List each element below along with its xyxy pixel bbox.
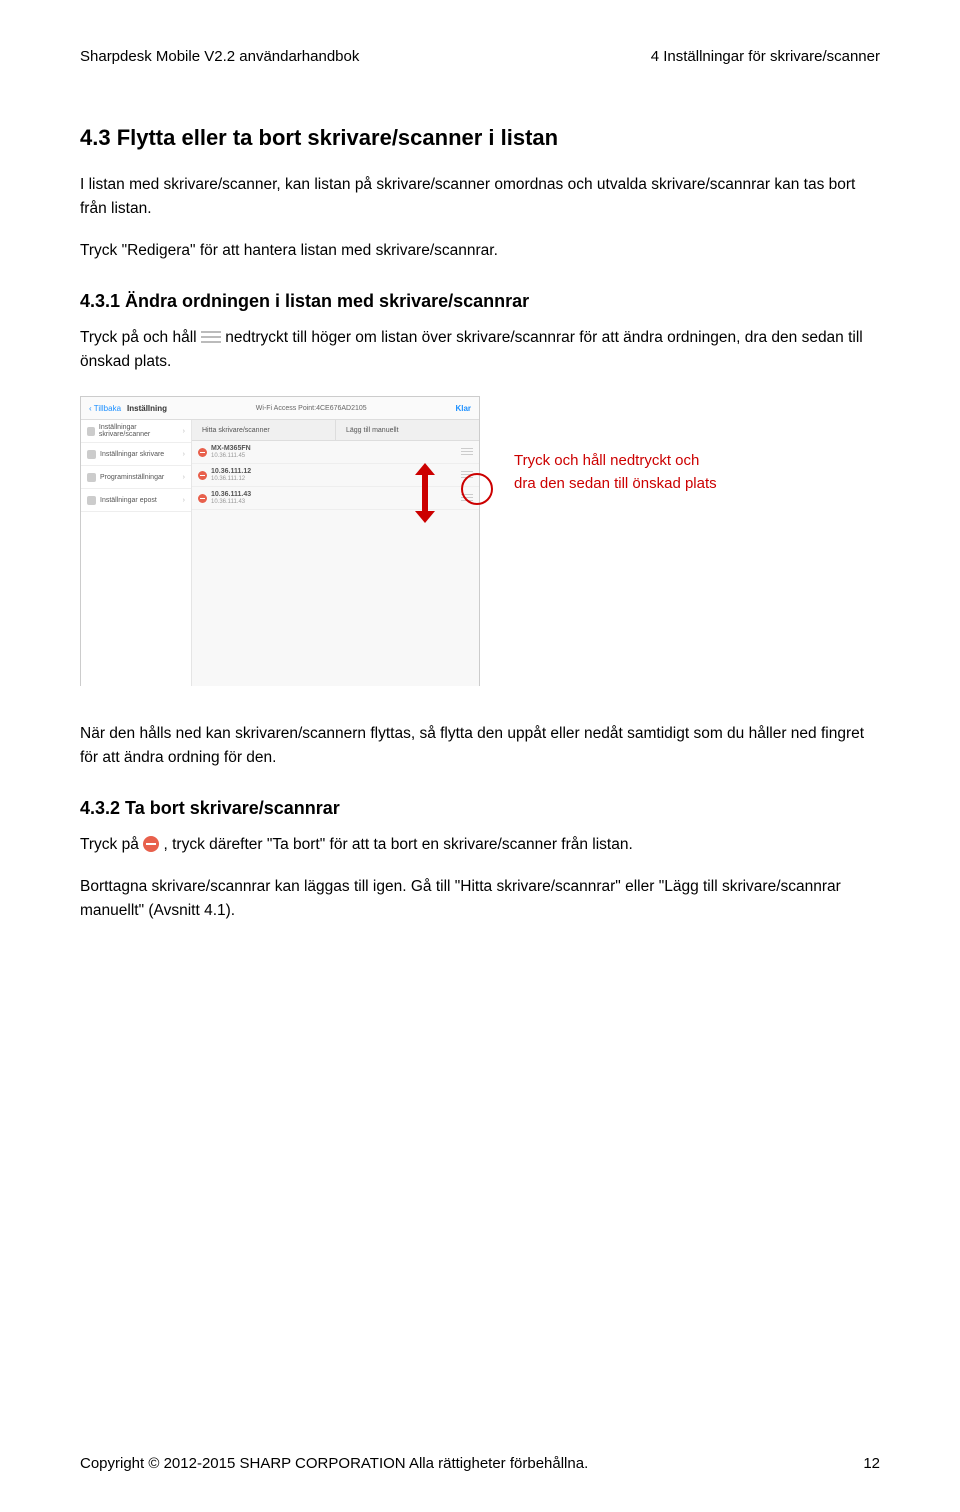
screenshot-and-annotation: ‹ Tillbaka Inställning Wi-Fi Access Poin…: [80, 396, 880, 686]
delete-row-icon[interactable]: [198, 471, 207, 480]
sidebar-item-printer[interactable]: Inställningar skrivare ›: [81, 443, 191, 466]
button-label: Hitta skrivare/scanner: [202, 427, 270, 434]
printer-row[interactable]: MX-M365FN 10.36.111.45: [192, 441, 479, 464]
drag-handle-icon: [201, 331, 221, 343]
para-4-3-1-before: Tryck på och håll: [80, 329, 201, 346]
drag-arrow-icon: [411, 463, 439, 523]
para-4-3-2-after: , tryck därefter "Ta bort" för att ta bo…: [163, 836, 632, 853]
page-number: 12: [863, 1455, 880, 1472]
annotation-line-1: Tryck och håll nedtryckt och: [514, 450, 717, 473]
annotation-text: Tryck och håll nedtryckt och dra den sed…: [514, 450, 717, 495]
printer-ip: 10.36.111.45: [211, 453, 251, 459]
para-4-3-1-hold: Tryck på och håll nedtryckt till höger o…: [80, 326, 880, 374]
sidebar-item-label: Inställningar skrivare/scanner: [99, 424, 179, 438]
wrench-icon: [87, 427, 95, 436]
para-4-3-edit: Tryck "Redigera" för att hantera listan …: [80, 239, 880, 263]
heading-4-3-1: 4.3.1 Ändra ordningen i listan med skriv…: [80, 291, 880, 312]
para-4-3-2-before: Tryck på: [80, 836, 143, 853]
page-header: Sharpdesk Mobile V2.2 användarhandbok 4 …: [80, 48, 880, 65]
header-right: 4 Inställningar för skrivare/scanner: [651, 48, 880, 65]
printer-name: 10.36.111.43: [211, 491, 251, 498]
para-4-3-intro: I listan med skrivare/scanner, kan lista…: [80, 173, 880, 221]
wrench-icon: [87, 450, 96, 459]
chevron-right-icon: ›: [183, 451, 185, 458]
find-printer-button[interactable]: Hitta skrivare/scanner: [192, 420, 336, 441]
wrench-icon: [87, 496, 96, 505]
wrench-icon: [87, 473, 96, 482]
button-label: Lägg till manuellt: [346, 427, 399, 434]
minus-circle-icon: [143, 836, 159, 852]
sidebar-item-label: Inställningar skrivare: [100, 451, 164, 458]
add-manual-button[interactable]: Lägg till manuellt: [336, 420, 479, 441]
drag-handle-icon[interactable]: [461, 448, 473, 456]
nav-title: Inställning: [127, 404, 167, 413]
app-screenshot: ‹ Tillbaka Inställning Wi-Fi Access Poin…: [80, 396, 480, 686]
sidebar-item-label: Inställningar epost: [100, 497, 157, 504]
sidebar-item-program[interactable]: Programinställningar ›: [81, 466, 191, 489]
page-footer: Copyright © 2012-2015 SHARP CORPORATION …: [80, 1455, 880, 1472]
done-button[interactable]: Klar: [455, 404, 471, 413]
printer-name: 10.36.111.12: [211, 468, 251, 475]
chevron-right-icon: ›: [183, 428, 185, 435]
wifi-label: Wi-Fi Access Point:4CE676AD2105: [167, 405, 455, 412]
printer-name: MX-M365FN: [211, 445, 251, 452]
sidebar-item-printer-settings[interactable]: Inställningar skrivare/scanner ›: [81, 420, 191, 443]
printer-ip: 10.36.111.12: [211, 476, 251, 482]
delete-row-icon[interactable]: [198, 494, 207, 503]
printer-ip: 10.36.111.43: [211, 499, 251, 505]
chevron-right-icon: ›: [183, 474, 185, 481]
para-4-3-1-below: När den hålls ned kan skrivaren/scannern…: [80, 722, 880, 770]
header-left: Sharpdesk Mobile V2.2 användarhandbok: [80, 48, 359, 65]
delete-row-icon[interactable]: [198, 448, 207, 457]
sidebar-item-label: Programinställningar: [100, 474, 164, 481]
chevron-right-icon: ›: [183, 497, 185, 504]
heading-4-3-2: 4.3.2 Ta bort skrivare/scannrar: [80, 798, 880, 819]
heading-4-3: 4.3 Flytta eller ta bort skrivare/scanne…: [80, 125, 880, 151]
para-4-3-2-delete: Tryck på , tryck därefter "Ta bort" för …: [80, 833, 880, 857]
highlight-circle-icon: [461, 473, 493, 505]
annotation-line-2: dra den sedan till önskad plats: [514, 473, 717, 496]
sidebar-item-email[interactable]: Inställningar epost ›: [81, 489, 191, 512]
copyright: Copyright © 2012-2015 SHARP CORPORATION …: [80, 1455, 588, 1472]
nav-back[interactable]: ‹ Tillbaka: [89, 404, 121, 413]
para-4-3-2-readd: Borttagna skrivare/scannrar kan läggas t…: [80, 875, 880, 923]
